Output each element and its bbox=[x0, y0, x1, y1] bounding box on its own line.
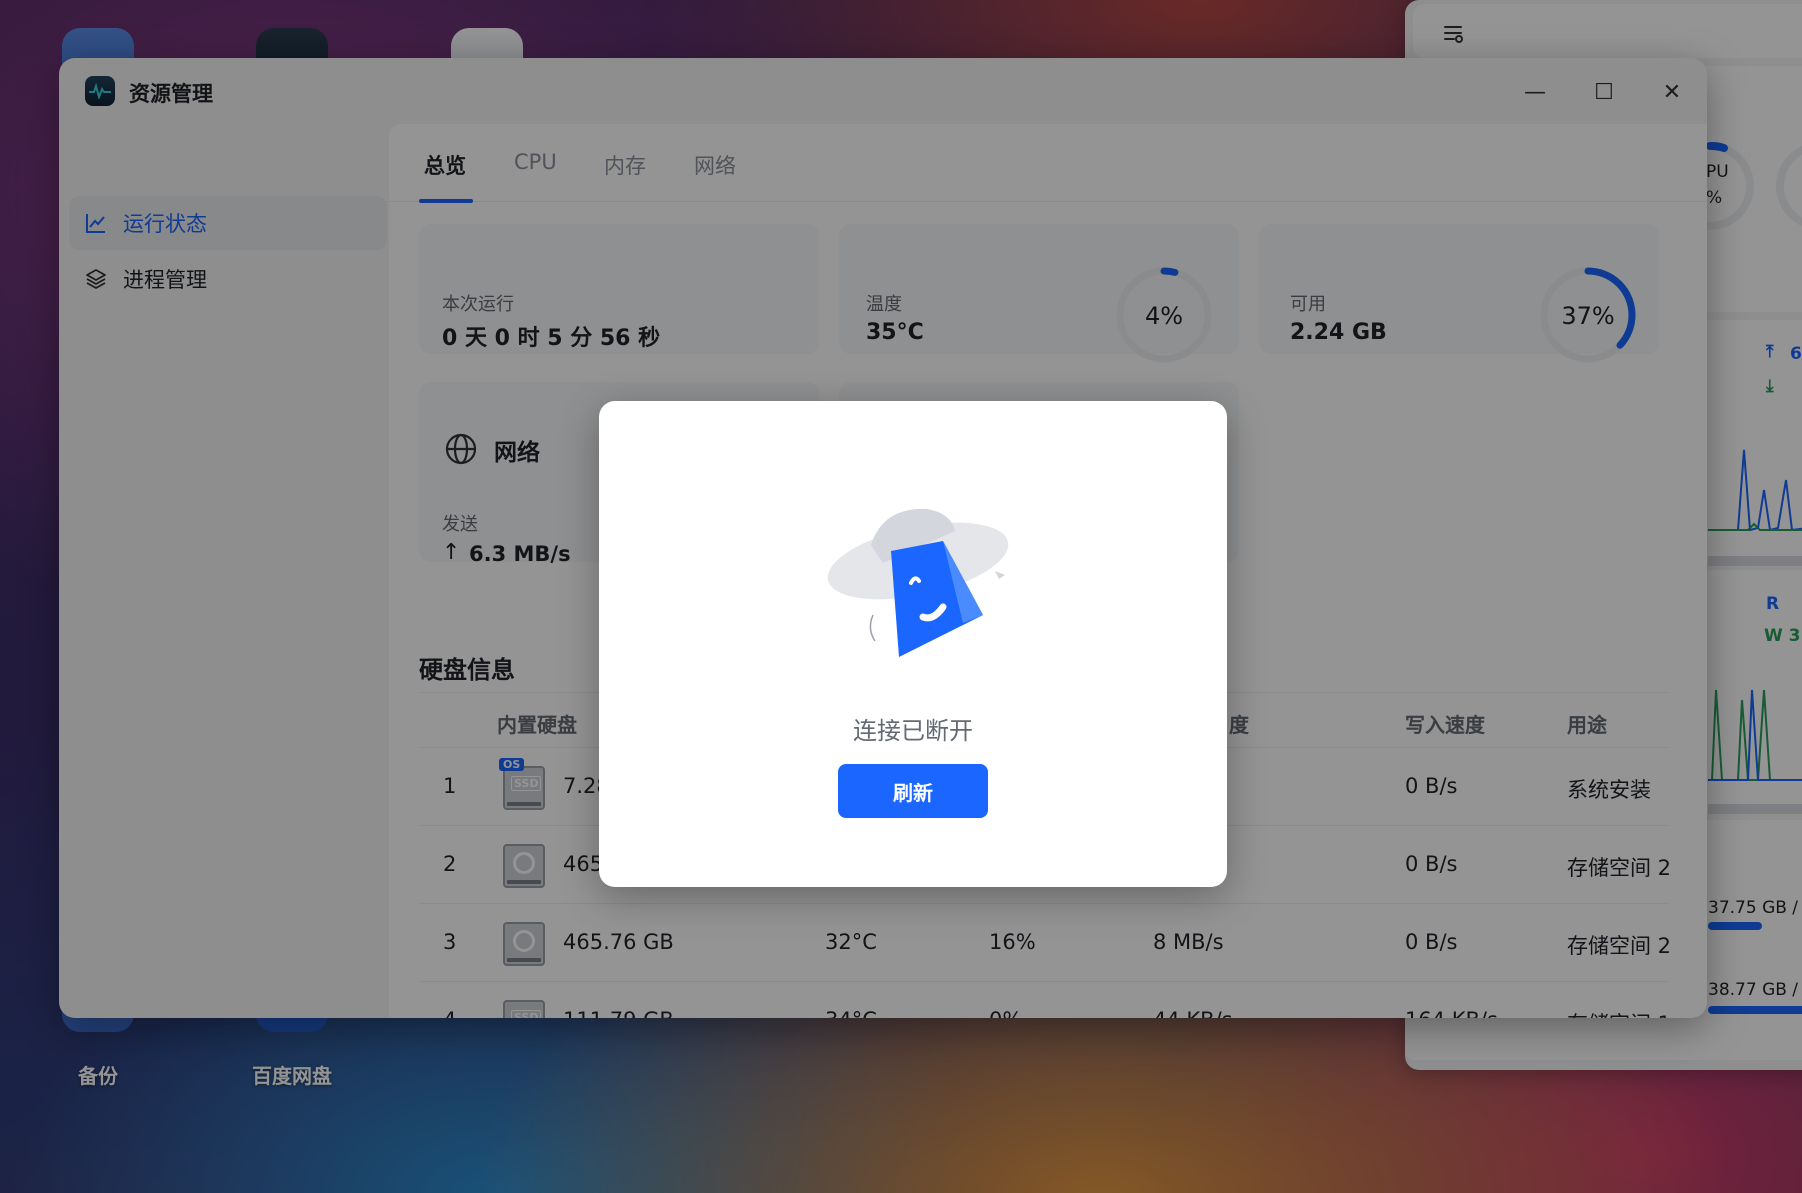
refresh-button[interactable]: 刷新 bbox=[838, 764, 988, 818]
ufo-disconnected-illustration bbox=[827, 508, 1009, 657]
disconnected-message: 连接已断开 bbox=[853, 717, 973, 745]
disconnected-dialog: 连接已断开 刷新 bbox=[599, 401, 1227, 887]
